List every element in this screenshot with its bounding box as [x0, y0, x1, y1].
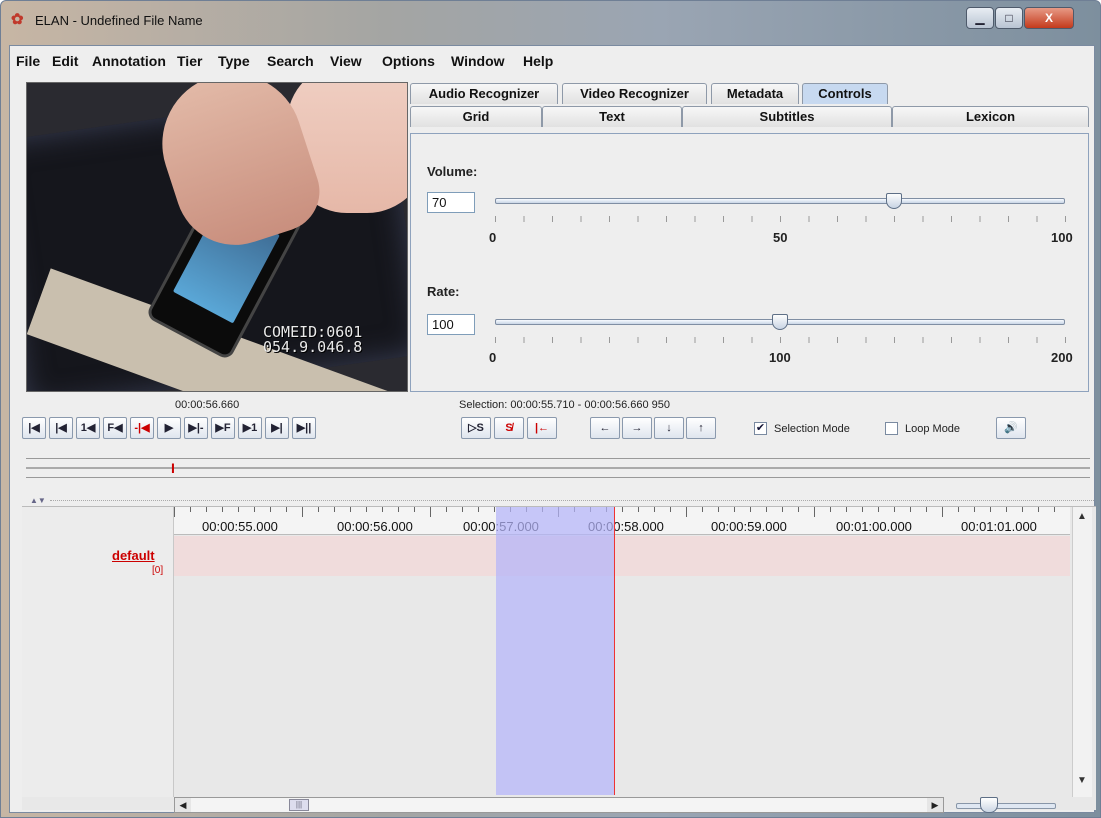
move-left-button[interactable]: ← [590, 417, 620, 439]
volume-mid-label: 50 [773, 230, 788, 245]
menu-search[interactable]: Search [267, 53, 314, 69]
rate-min-label: 0 [489, 350, 497, 365]
menu-view[interactable]: View [330, 53, 362, 69]
volume-ticks [495, 216, 1067, 222]
volume-slider-track[interactable] [495, 198, 1065, 204]
elan-app-icon: ✿ [11, 11, 24, 28]
loop-mode-checkbox[interactable] [885, 422, 898, 435]
app-client-area: File Edit Annotation Tier Type Search Vi… [9, 45, 1096, 813]
title-bar[interactable]: ✿ ELAN - Undefined File Name ▁ □ X [1, 1, 1100, 45]
volume-label: Volume: [427, 164, 478, 179]
rate-max-label: 200 [1051, 350, 1073, 365]
rate-label: Rate: [427, 284, 460, 299]
previous-frame-button[interactable]: |◀ [49, 417, 73, 439]
scroll-right-icon[interactable]: ▶ [927, 798, 943, 812]
tab-metadata[interactable]: Metadata [711, 83, 799, 104]
annotation-canvas[interactable] [174, 507, 1070, 797]
vertical-scrollbar[interactable] [1072, 507, 1092, 797]
volume-field[interactable]: 70 [427, 192, 475, 213]
next-frame-button[interactable]: ▶| [265, 417, 289, 439]
elan-window: ✿ ELAN - Undefined File Name ▁ □ X File … [0, 0, 1101, 818]
rate-ticks [495, 337, 1067, 343]
menu-window[interactable]: Window [451, 53, 505, 69]
maximize-button[interactable]: □ [995, 7, 1023, 29]
menu-edit[interactable]: Edit [52, 53, 78, 69]
scroll-up-icon[interactable]: ▲ [1072, 511, 1092, 529]
video-timecode-line2: 054.9.046.8 [263, 338, 363, 356]
tab-audio-recognizer[interactable]: Audio Recognizer [410, 83, 558, 104]
rate-field[interactable]: 100 [427, 314, 475, 335]
video-timecode-overlay: COMEID:0601 054.9.046.8 [263, 325, 362, 355]
rate-mid-label: 100 [769, 350, 791, 365]
frame-forward-button[interactable]: ▶F [211, 417, 235, 439]
tab-controls[interactable]: Controls [802, 83, 888, 104]
rate-slider-thumb[interactable] [772, 314, 788, 330]
go-to-end-button[interactable]: ▶|| [292, 417, 316, 439]
menu-annotation[interactable]: Annotation [92, 53, 166, 69]
next-boundary-button[interactable]: ▶|- [184, 417, 208, 439]
previous-second-button[interactable]: 1◀ [76, 417, 100, 439]
horizontal-scroll-thumb[interactable]: ||| [289, 799, 309, 811]
volume-min-label: 0 [489, 230, 497, 245]
menu-bar: File Edit Annotation Tier Type Search Vi… [10, 46, 1094, 76]
menu-type[interactable]: Type [218, 53, 250, 69]
tab-grid[interactable]: Grid [410, 106, 542, 127]
menu-options[interactable]: Options [382, 53, 435, 69]
volume-max-label: 100 [1051, 230, 1073, 245]
close-button[interactable]: X [1024, 7, 1074, 29]
next-second-button[interactable]: ▶1 [238, 417, 262, 439]
current-time-readout: 00:00:56.660 [175, 399, 240, 411]
menu-file[interactable]: File [16, 53, 40, 69]
tier-annotation-count: [0] [152, 565, 164, 576]
loop-mode-label: Loop Mode [905, 423, 961, 435]
go-to-begin-button[interactable]: |◀ [22, 417, 46, 439]
clear-selection-button[interactable]: S̸ [494, 417, 524, 439]
zoom-slider-track[interactable] [956, 803, 1056, 809]
selection-readout: Selection: 00:00:55.710 - 00:00:56.660 9… [459, 399, 671, 411]
tab-lexicon[interactable]: Lexicon [892, 106, 1089, 127]
collapse-arrows-icon[interactable]: ▲▼ [30, 496, 46, 505]
menu-help[interactable]: Help [523, 53, 553, 69]
move-up-button[interactable]: ↑ [686, 417, 716, 439]
selection-mode-label: Selection Mode [774, 423, 850, 435]
video-player[interactable]: COMEID:0601 054.9.046.8 [26, 82, 408, 392]
time-selection-region[interactable] [496, 507, 614, 795]
overview-crosshair[interactable]: I [171, 460, 175, 476]
scroll-left-icon[interactable]: ◀ [175, 798, 191, 812]
panel-divider[interactable] [50, 500, 1094, 501]
minimize-button[interactable]: ▁ [966, 7, 994, 29]
speaker-icon[interactable]: 🔊 [996, 417, 1026, 439]
menu-tier[interactable]: Tier [177, 53, 202, 69]
scroll-down-icon[interactable]: ▼ [1072, 775, 1092, 793]
selection-mode-checkbox[interactable]: ✔ [754, 422, 767, 435]
previous-boundary-button[interactable]: -|◀ [130, 417, 154, 439]
tab-video-recognizer[interactable]: Video Recognizer [562, 83, 707, 104]
move-right-button[interactable]: → [622, 417, 652, 439]
tier-name-default[interactable]: default [112, 548, 155, 563]
volume-slider-thumb[interactable] [886, 193, 902, 209]
crosshair-line[interactable] [614, 507, 615, 795]
play-button[interactable]: ▶ [157, 417, 181, 439]
annotation-viewer: default [0] 00:00:55.000 00:00:56.000 00… [22, 506, 1096, 813]
selection-begin-button[interactable]: |← [527, 417, 557, 439]
frame-back-button[interactable]: F◀ [103, 417, 127, 439]
horizontal-scrollbar[interactable]: ◀ ||| ▶ [174, 797, 944, 813]
tier-name-panel: default [0] [22, 507, 174, 797]
play-selection-button[interactable]: ▷S [461, 417, 491, 439]
tab-text[interactable]: Text [542, 106, 682, 127]
window-title: ELAN - Undefined File Name [35, 13, 203, 28]
controls-panel: Volume: 70 0 50 100 Rate: 100 0 100 200 [410, 133, 1089, 392]
move-down-button[interactable]: ↓ [654, 417, 684, 439]
tab-subtitles[interactable]: Subtitles [682, 106, 892, 127]
zoom-slider-thumb[interactable] [980, 797, 998, 813]
overview-timeline[interactable] [26, 458, 1090, 478]
overview-timeline-track [26, 467, 1090, 469]
